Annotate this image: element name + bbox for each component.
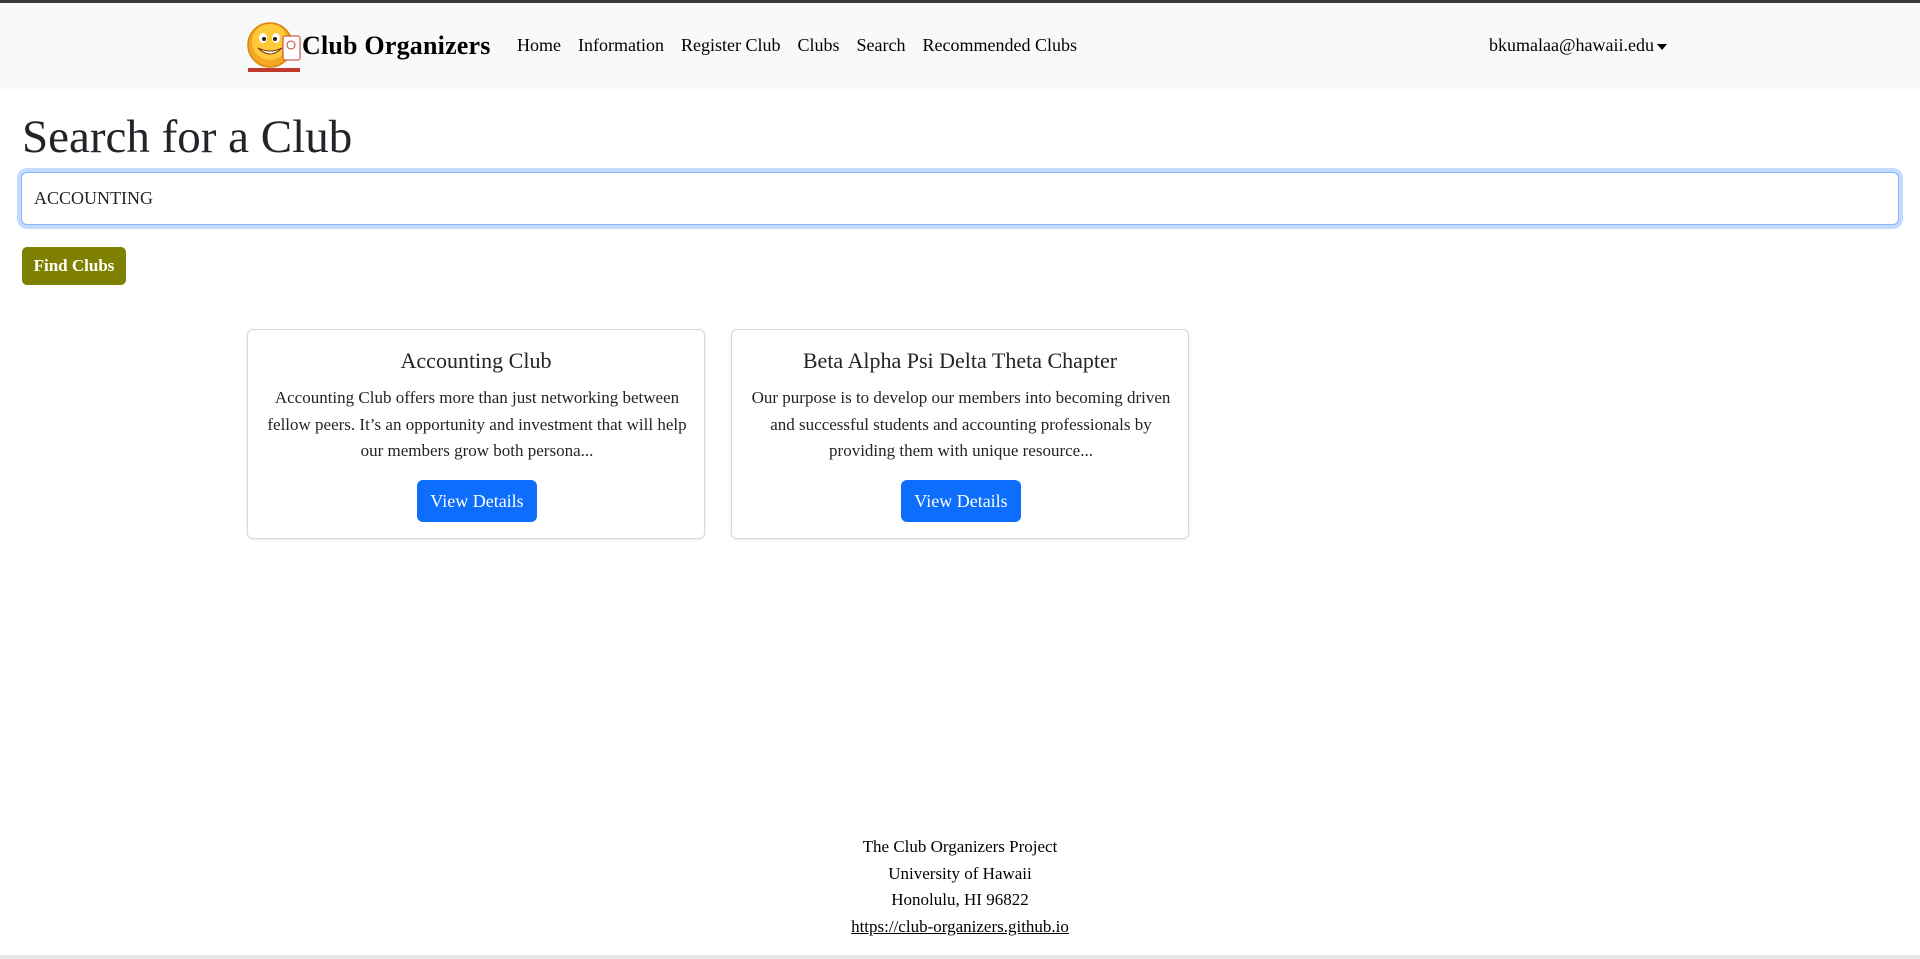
club-card: Beta Alpha Psi Delta Theta Chapter Our p… [731,329,1189,539]
footer-link[interactable]: https://club-organizers.github.io [851,917,1069,936]
user-dropdown[interactable]: bkumalaa@hawaii.edu [1489,35,1668,56]
nav-links: Home Information Register Club Clubs Sea… [517,35,1094,56]
nav-search[interactable]: Search [857,35,906,56]
footer-address: Honolulu, HI 96822 [891,890,1029,909]
nav-register-club[interactable]: Register Club [681,35,781,56]
club-card-title: Beta Alpha Psi Delta Theta Chapter [802,348,1118,373]
nav-clubs[interactable]: Clubs [797,35,839,56]
view-details-button[interactable]: View Details [417,480,537,522]
smiley-logo-icon [246,18,302,74]
footer-university: University of Hawaii [888,863,1032,883]
caret-down-icon [1657,43,1668,50]
nav-recommended-clubs[interactable]: Recommended Clubs [922,35,1076,56]
club-card: Accounting Club Accounting Club offers m… [247,329,705,539]
bottom-strip [0,955,1920,959]
club-card-description: Our purpose is to develop our members in… [751,388,1171,460]
nav-home[interactable]: Home [517,35,561,56]
club-card-description: Accounting Club offers more than just ne… [267,388,687,460]
brand[interactable]: Club Organizers [246,18,491,74]
user-email: bkumalaa@hawaii.edu [1489,35,1655,55]
view-details-button[interactable]: View Details [901,480,1021,522]
find-clubs-button[interactable]: Find Clubs [22,247,126,285]
brand-name: Club Organizers [302,31,491,60]
navbar: Club Organizers Home Information Registe… [0,3,1920,89]
footer-project-name: The Club Organizers Project [862,837,1058,856]
nav-information[interactable]: Information [578,35,664,56]
page-title: Search for a Club [22,111,353,163]
footer: The Club Organizers Project University o… [760,834,1160,940]
club-card-title: Accounting Club [400,348,552,373]
search-input[interactable] [21,172,1899,225]
